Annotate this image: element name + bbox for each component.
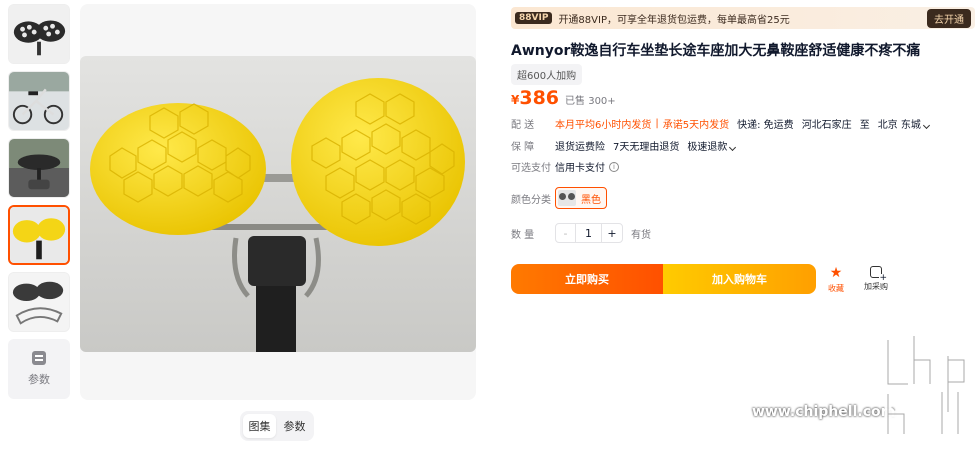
thumbnail-4-selected[interactable] (8, 205, 70, 265)
payment-value: 信用卡支付 (555, 163, 605, 174)
favorite-label: 收藏 (828, 284, 844, 293)
guarantee-item: 极速退款 (687, 142, 728, 153)
thumbnail-1[interactable] (8, 4, 70, 64)
thumbnail-2[interactable] (8, 71, 70, 131)
tab-params[interactable]: 参数 (278, 414, 311, 438)
main-image-area (80, 4, 476, 400)
ship-from: 河北石家庄 (801, 120, 852, 131)
vip-promo-text: 开通88VIP，可享全年退货包运费，每单最高省25元 (558, 14, 790, 26)
color-option-label: 黑色 (581, 194, 601, 206)
vip-open-button[interactable]: 去开通 (927, 8, 971, 28)
quantity-decrease-button[interactable]: - (556, 224, 576, 242)
info-icon[interactable]: i (609, 161, 619, 172)
params-thumb-button[interactable]: 参数 (8, 339, 70, 399)
quantity-row: 数 量 - 1 + 有货 (511, 223, 651, 243)
guarantee-item: 7天无理由退货 (613, 142, 680, 153)
price-row: ¥ 386 已售 300+ (511, 87, 616, 109)
saddle-yellow-thumb-image (10, 207, 68, 263)
vip-banner: 88VIP 开通88VIP，可享全年退货包运费，每单最高省25元 去开通 (511, 7, 975, 29)
bike-thumb-image (9, 72, 69, 130)
quantity-label: 数 量 (511, 229, 535, 241)
chevron-down-icon (729, 143, 737, 152)
shipping-fee: 快递: 免运费 (737, 120, 794, 131)
delivery-separator: | (655, 118, 659, 129)
add-purchase-button[interactable]: 加采购 (864, 266, 888, 292)
payment-label: 可选支付 (511, 163, 551, 174)
delivery-promise-5day: 承诺5天内发货 (662, 120, 730, 131)
saddle-black-thumb-image (9, 5, 69, 63)
sliders-icon (32, 351, 46, 365)
chevron-down-icon (922, 121, 930, 130)
delivery-label: 配 送 (511, 120, 535, 131)
color-option-black[interactable]: 黑色 (555, 187, 607, 209)
color-swatch-image (558, 190, 576, 206)
guarantee-label: 保 障 (511, 142, 535, 153)
guarantee-more[interactable]: 极速退款 (687, 138, 737, 153)
destination-select[interactable]: 北京 东城 (877, 116, 930, 131)
params-thumb-label: 参数 (28, 373, 50, 386)
quantity-input[interactable]: 1 (576, 224, 602, 242)
favorite-button[interactable]: ★ 收藏 (828, 266, 844, 294)
price-value: 386 (519, 87, 560, 109)
saddle-frame-thumb-image (9, 273, 69, 331)
thumbnail-3[interactable] (8, 138, 70, 198)
vip-badge: 88VIP (515, 12, 553, 24)
quantity-increase-button[interactable]: + (602, 224, 622, 242)
currency-symbol: ¥ (511, 93, 520, 107)
buy-now-button[interactable]: 立即购买 (511, 264, 663, 294)
payment-row: 可选支付 信用卡支付 i (511, 159, 619, 174)
color-row: 颜色分类 黑色 (511, 187, 607, 209)
cart-count-badge: 超600人加购 (511, 64, 583, 85)
guarantee-item: 退货运费险 (555, 142, 605, 153)
chiphell-logo-watermark (884, 336, 968, 434)
ship-to-word: 至 (859, 120, 870, 131)
guarantee-row: 保 障 退货运费险 7天无理由退货 极速退款 (511, 138, 737, 153)
color-label: 颜色分类 (511, 194, 551, 206)
sold-count: 已售 300+ (565, 96, 616, 107)
star-icon: ★ (829, 265, 843, 281)
watermark-url: www.chiphell.com (752, 404, 896, 420)
saddle-on-bike-thumb-image (9, 139, 69, 197)
thumbnail-list: 参数 (8, 4, 70, 399)
main-product-image[interactable] (80, 56, 476, 352)
purchase-list-icon (870, 266, 887, 283)
quantity-stepper: - 1 + (555, 223, 623, 243)
thumbnail-5[interactable] (8, 272, 70, 332)
delivery-promise-avg: 本月平均6小时内发货 (555, 120, 652, 131)
stock-status: 有货 (631, 229, 651, 241)
delivery-row: 配 送 本月平均6小时内发货 | 承诺5天内发货 快递: 免运费 河北石家庄 至… (511, 116, 930, 131)
tab-gallery[interactable]: 图集 (243, 414, 276, 438)
destination-label: 北京 东城 (877, 120, 921, 131)
gallery-tab-switch: 图集 参数 (240, 411, 314, 441)
add-to-cart-button[interactable]: 加入购物车 (663, 264, 816, 294)
yellow-saddle-photo (80, 56, 476, 352)
product-title: Awnyor鞍逸自行车坐垫长途车座加大无鼻鞍座舒适健康不疼不痛 (511, 43, 921, 59)
